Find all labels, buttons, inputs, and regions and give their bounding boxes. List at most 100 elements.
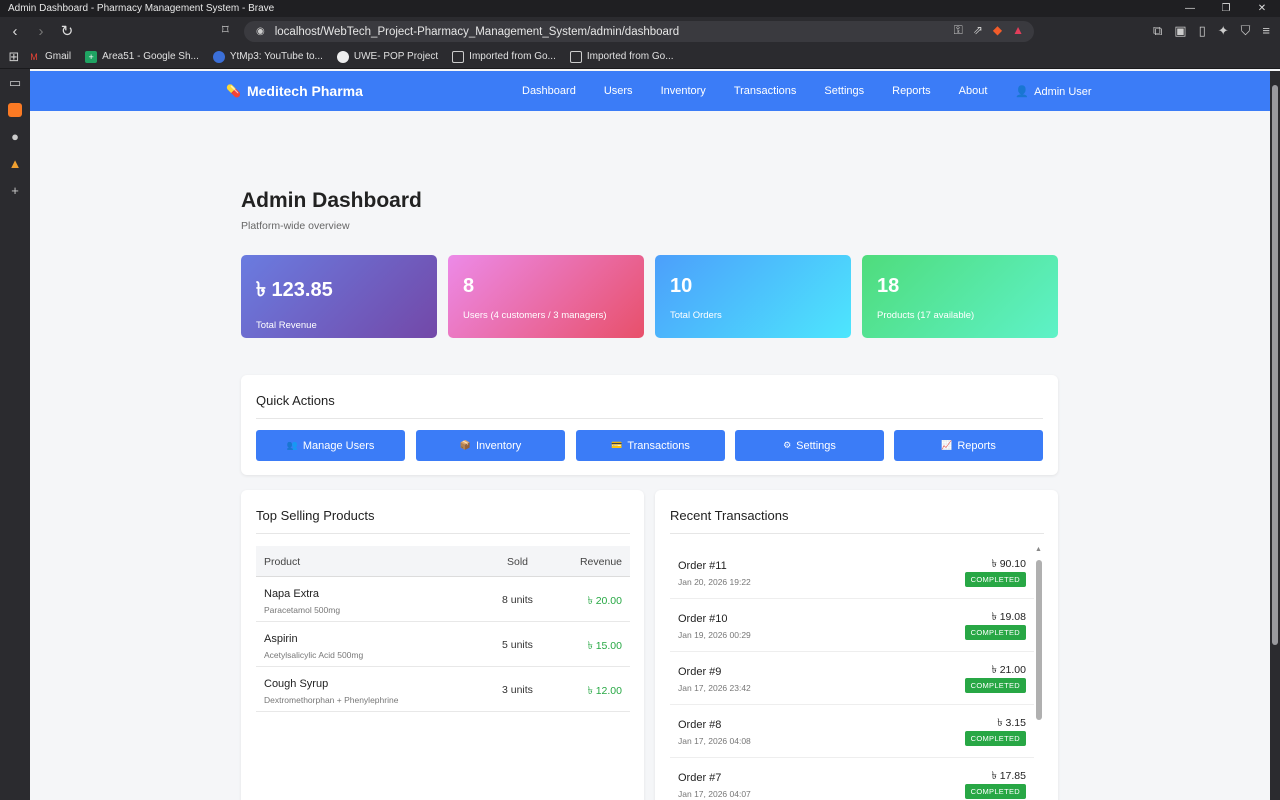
nav-users[interactable]: Users: [604, 85, 633, 98]
bookmark-uwe-pop[interactable]: UWE- POP Project: [336, 50, 439, 63]
extension-icons: ⧉ ▣ ▯ ✦ ⛉ ≡: [1153, 23, 1270, 39]
product-revenue: ৳ 15.00: [587, 640, 622, 652]
sidebar-toggle-icon[interactable]: ▯: [1199, 23, 1206, 39]
xampp-icon[interactable]: [0, 96, 30, 123]
order-date: Jan 17, 2026 23:42: [678, 683, 751, 693]
table-row: Cough Syrup Dextromethorphan + Phenyleph…: [256, 667, 630, 712]
user-name: Admin User: [1034, 86, 1092, 98]
bookmark-gmail[interactable]: M Gmail: [28, 51, 71, 63]
brave-shield-icon[interactable]: ◆: [993, 23, 1002, 38]
extensions-icon[interactable]: ⧉: [1153, 23, 1162, 39]
product-revenue: ৳ 20.00: [587, 595, 622, 607]
window-controls: — ❐ ✕: [1172, 0, 1280, 17]
list-item[interactable]: Order #7 Jan 17, 2026 04:07 ৳ 17.85 COMP…: [670, 758, 1034, 800]
github-icon[interactable]: ●: [0, 123, 30, 150]
nav-dashboard[interactable]: Dashboard: [522, 85, 576, 98]
brave-rewards-icon[interactable]: ▲: [1012, 23, 1024, 38]
reports-button[interactable]: 📈 Reports: [894, 430, 1043, 461]
list-item[interactable]: Order #9 Jan 17, 2026 23:42 ৳ 21.00 COMP…: [670, 652, 1034, 705]
gmail-icon: M: [30, 51, 38, 62]
url-text[interactable]: localhost/WebTech_Project-Pharmacy_Manag…: [275, 26, 679, 38]
units-sold: 8 units: [502, 594, 533, 606]
brand[interactable]: 💊 Meditech Pharma: [226, 83, 363, 99]
reader-icon[interactable]: ▣: [1174, 23, 1186, 39]
bookmarks-bar: ⊞ M Gmail + Area51 - Google Sh... YtMp3: Y…: [0, 45, 1280, 69]
restore-icon[interactable]: ❐: [1208, 0, 1244, 17]
recent-transactions-panel: Recent Transactions Order #11 Jan 20, 20…: [655, 490, 1058, 800]
wallet-icon[interactable]: ▲: [0, 150, 30, 177]
package-icon: 📦: [459, 440, 471, 450]
add-panel-icon[interactable]: +: [0, 177, 30, 204]
transactions-button[interactable]: 💳 Transactions: [576, 430, 725, 461]
transaction-list[interactable]: Order #11 Jan 20, 2026 19:22 ৳ 90.10 COM…: [670, 546, 1034, 800]
menu-icon[interactable]: ≡: [1262, 23, 1270, 39]
vpn-icon[interactable]: ⛉: [1241, 23, 1251, 39]
key-icon[interactable]: ⚿: [954, 23, 963, 38]
product-revenue: ৳ 12.00: [587, 685, 622, 697]
nav-settings[interactable]: Settings: [824, 85, 864, 98]
leo-icon[interactable]: ✦: [1218, 23, 1229, 39]
product-name: Aspirin: [264, 633, 298, 645]
status-badge: COMPLETED: [964, 731, 1026, 746]
scrollbar-thumb[interactable]: [1272, 85, 1278, 645]
brand-name: Meditech Pharma: [246, 83, 363, 99]
forward-icon[interactable]: ›: [30, 23, 52, 40]
order-number: Order #7: [678, 772, 722, 784]
order-number: Order #8: [678, 719, 722, 731]
app-navbar: 💊 Meditech Pharma Dashboard Users Invent…: [30, 71, 1270, 111]
bookmark-label: UWE- POP Project: [353, 51, 439, 62]
stat-value: ৳ 123.85: [256, 279, 333, 301]
share-icon[interactable]: ⇗: [973, 23, 983, 38]
list-item[interactable]: Order #10 Jan 19, 2026 00:29 ৳ 19.08 COM…: [670, 599, 1034, 652]
nav-inventory[interactable]: Inventory: [661, 85, 706, 98]
order-number: Order #9: [678, 666, 722, 678]
bookmark-icon[interactable]: ⌑: [222, 22, 229, 38]
pill-icon: 💊: [226, 84, 241, 98]
manage-users-button[interactable]: 👥 Manage Users: [256, 430, 405, 461]
product-desc: Acetylsalicylic Acid 500mg: [264, 650, 364, 660]
transaction-list-scrollbar[interactable]: ▲: [1035, 546, 1043, 800]
address-bar[interactable]: ◉ localhost/WebTech_Project-Pharmacy_Man…: [244, 21, 1034, 42]
apps-grid-icon[interactable]: ⊞: [0, 45, 28, 69]
quick-actions-panel: Quick Actions 👥 Manage Users 📦 Inventory 💳…: [241, 375, 1058, 475]
site-info-icon[interactable]: ◉: [256, 26, 265, 37]
window-title: Admin Dashboard - Pharmacy Management Sy…: [8, 3, 275, 14]
top-selling-panel: Top Selling Products Product Sold Revenu…: [241, 490, 644, 800]
button-label: Settings: [796, 439, 836, 452]
bookmark-ytmp3[interactable]: YtMp3: YouTube to...: [212, 50, 323, 63]
reload-icon[interactable]: ↻: [56, 22, 78, 40]
bookmark-area51[interactable]: + Area51 - Google Sh...: [85, 50, 199, 63]
status-badge: COMPLETED: [964, 625, 1026, 640]
bookmark-label: YtMp3: YouTube to...: [229, 51, 323, 62]
column-header-revenue: Revenue: [579, 556, 622, 568]
stat-label: Total Orders: [670, 310, 722, 321]
page-title: Admin Dashboard: [241, 189, 422, 212]
page-scrollbar[interactable]: [1270, 71, 1280, 800]
bookmark-label: Gmail: [45, 51, 72, 62]
nav-user-menu[interactable]: 👤 Admin User: [1015, 85, 1091, 98]
stat-value: 18: [877, 275, 900, 297]
scrollbar-thumb[interactable]: [1036, 560, 1042, 720]
bookmark-folder-1[interactable]: Imported from Go...: [452, 50, 556, 63]
scroll-up-icon[interactable]: ▲: [1035, 546, 1042, 553]
stat-value: 10: [670, 275, 693, 297]
settings-button[interactable]: ⚙ Settings: [735, 430, 884, 461]
github-icon: [336, 50, 349, 63]
list-item[interactable]: Order #11 Jan 20, 2026 19:22 ৳ 90.10 COM…: [670, 546, 1034, 599]
stat-cards: ৳ 123.85 Total Revenue 8 Users (4 custom…: [241, 255, 1059, 339]
nav-reports[interactable]: Reports: [892, 85, 931, 98]
bookmark-folder-2[interactable]: Imported from Go...: [569, 50, 674, 63]
recent-transactions-title: Recent Transactions: [670, 508, 789, 523]
list-item[interactable]: Order #8 Jan 17, 2026 04:08 ৳ 3.15 COMPL…: [670, 705, 1034, 758]
minimize-icon[interactable]: —: [1172, 0, 1208, 17]
nav-about[interactable]: About: [959, 85, 988, 98]
sidebar-panel-icon[interactable]: ▭: [0, 69, 30, 96]
inventory-button[interactable]: 📦 Inventory: [416, 430, 565, 461]
back-icon[interactable]: ‹: [4, 23, 26, 40]
nav-transactions[interactable]: Transactions: [734, 85, 797, 98]
bookmark-label: Imported from Go...: [586, 51, 674, 62]
status-badge: COMPLETED: [964, 678, 1026, 693]
close-icon[interactable]: ✕: [1244, 0, 1280, 17]
column-header-product: Product: [264, 556, 301, 568]
stat-card-products: 18 Products (17 available): [862, 255, 1058, 338]
